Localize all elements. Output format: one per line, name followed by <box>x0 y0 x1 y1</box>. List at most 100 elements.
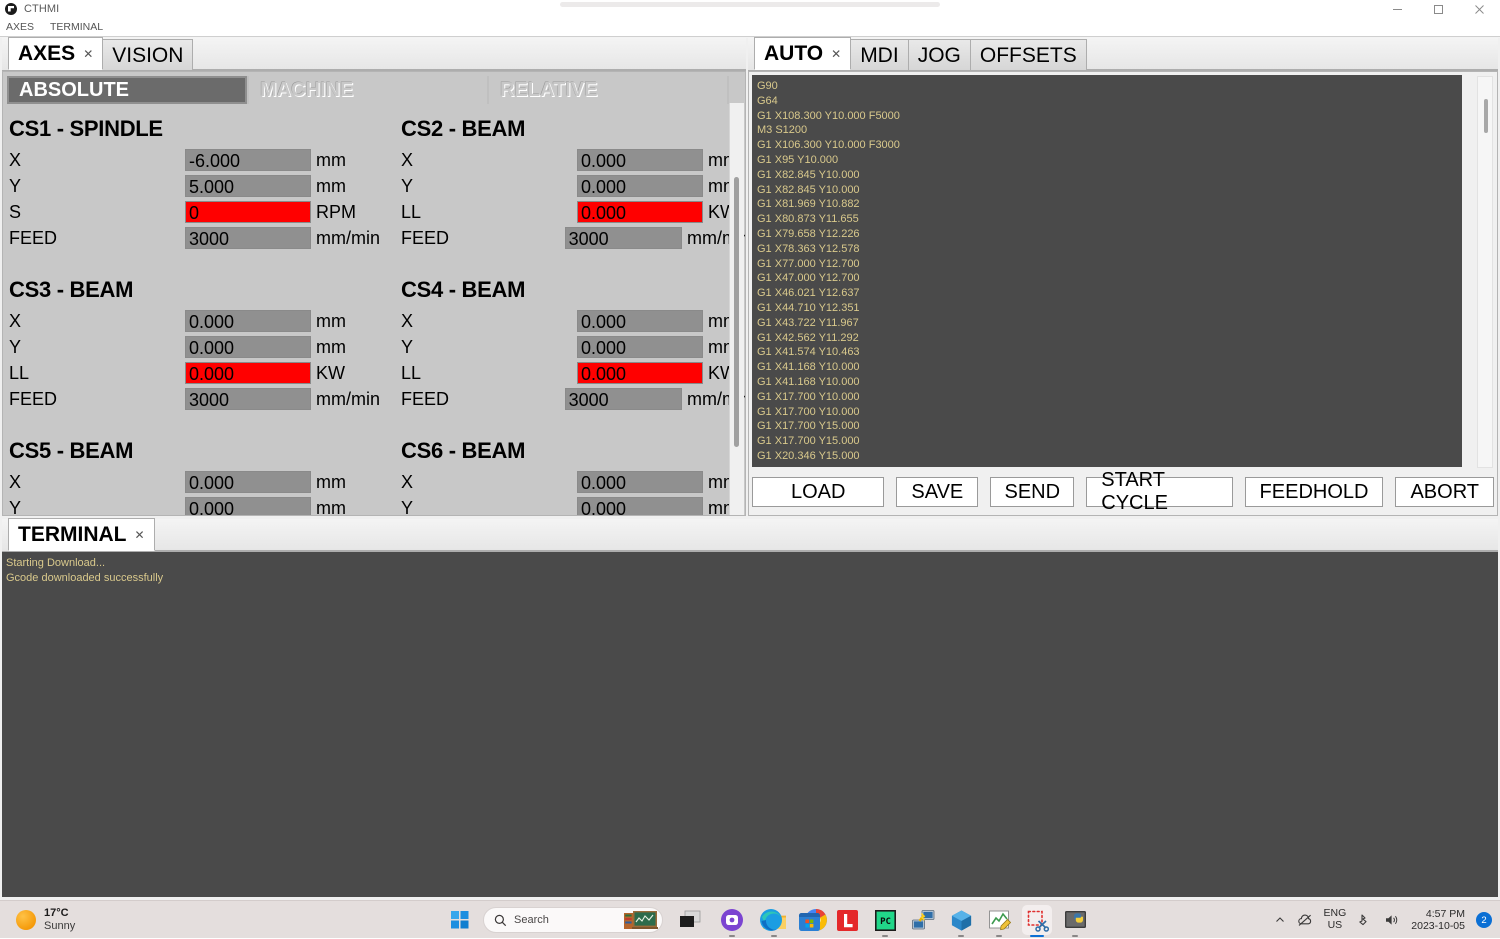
gcode-scrollbar-thumb[interactable] <box>1484 99 1488 133</box>
cs1-x-value[interactable]: -6.000 <box>185 149 311 171</box>
gcode-line[interactable]: G1 X20.346 Y15.000 <box>754 449 1462 464</box>
speaker-icon[interactable] <box>1384 913 1400 927</box>
taskbar-app-virtualbox[interactable] <box>946 905 976 937</box>
window-titlebar[interactable]: CTHMI <box>0 0 1500 18</box>
taskbar-clock[interactable]: 4:57 PM 2023-10-05 <box>1411 908 1465 932</box>
gcode-line[interactable]: G1 X82.845 Y10.000 <box>754 183 1462 198</box>
language-indicator[interactable]: ENG US <box>1324 908 1347 931</box>
gcode-line[interactable]: G1 X47.000 Y12.700 <box>754 271 1462 286</box>
minimize-icon[interactable] <box>1377 0 1418 18</box>
gcode-line[interactable]: G1 X41.574 Y10.463 <box>754 345 1462 360</box>
gcode-line[interactable]: G1 X43.722 Y11.967 <box>754 316 1462 331</box>
gcode-line[interactable]: G1 X41.168 Y10.000 <box>754 375 1462 390</box>
axes-panel-scrollbar[interactable] <box>729 103 744 515</box>
taskbar-app-notepad-plus[interactable] <box>984 905 1014 937</box>
cs2-y-value[interactable]: 0.000 <box>577 175 703 197</box>
gcode-line[interactable]: G1 X77.000 Y12.700 <box>754 257 1462 272</box>
abort-button[interactable]: ABORT <box>1395 477 1494 507</box>
active-indicator <box>1030 935 1044 937</box>
gcode-line[interactable]: G90 <box>754 79 1462 94</box>
cs3-x-value[interactable]: 0.000 <box>185 310 311 332</box>
gcode-line[interactable]: G1 X17.700 Y10.000 <box>754 390 1462 405</box>
send-button[interactable]: SEND <box>990 477 1075 507</box>
cs1-feed-value[interactable]: 3000 <box>185 227 311 249</box>
cs4-x-value[interactable]: 0.000 <box>577 310 703 332</box>
cs1-y-value[interactable]: 5.000 <box>185 175 311 197</box>
close-icon[interactable] <box>1459 0 1500 18</box>
taskbar-app-network-tool[interactable] <box>908 905 938 935</box>
gcode-line[interactable]: G1 X106.300 Y10.000 F3000 <box>754 138 1462 153</box>
cs3-y-value[interactable]: 0.000 <box>185 336 311 358</box>
gcode-line[interactable]: G1 X82.845 Y10.000 <box>754 168 1462 183</box>
tab-axes-close-icon[interactable]: ✕ <box>83 48 93 60</box>
cs3-feed-value[interactable]: 3000 <box>185 388 311 410</box>
maximize-icon[interactable] <box>1418 0 1459 18</box>
gcode-line[interactable]: G1 X17.700 Y15.000 <box>754 419 1462 434</box>
taskbar-weather-widget[interactable]: 17°C Sunny <box>16 907 216 932</box>
cs2-x-label: X <box>401 149 414 170</box>
mode-tab-relative[interactable]: RELATIVE <box>489 76 727 104</box>
tab-auto[interactable]: AUTO ✕ <box>754 37 852 70</box>
mode-tab-absolute[interactable]: ABSOLUTE <box>7 76 247 104</box>
gcode-line[interactable]: G1 X95 Y10.000 <box>754 153 1462 168</box>
tab-axes[interactable]: AXES ✕ <box>8 37 104 70</box>
gcode-line[interactable]: G1 X44.710 Y12.351 <box>754 301 1462 316</box>
cs2-feed-value[interactable]: 3000 <box>564 227 682 249</box>
tab-vision[interactable]: VISION <box>102 39 194 70</box>
menu-item-axes[interactable]: AXES <box>6 21 44 33</box>
taskbar-app-microsoft-store[interactable] <box>794 905 824 935</box>
gcode-line[interactable]: G1 X108.300 Y10.000 F5000 <box>754 109 1462 124</box>
tab-jog[interactable]: JOG <box>907 39 971 70</box>
gcode-line[interactable]: G1 X41.168 Y10.000 <box>754 360 1462 375</box>
cs4-feed-value[interactable]: 3000 <box>564 388 682 410</box>
cs4-ll-value[interactable]: 0.000 <box>577 362 703 384</box>
taskbar-app-edge[interactable] <box>756 905 786 935</box>
taskbar-app-python-terminal[interactable] <box>1060 905 1090 937</box>
gcode-list[interactable]: G90 G64 G1 X108.300 Y10.000 F5000 M3 S1200 G… <box>752 75 1462 467</box>
windows-start-icon[interactable] <box>447 907 473 933</box>
network-tray-icon[interactable] <box>1357 913 1373 927</box>
search-input[interactable]: Search <box>483 907 663 933</box>
terminal-output[interactable]: Starting Download... Gcode downloaded suc… <box>2 552 1498 897</box>
tab-auto-close-icon[interactable]: ✕ <box>831 48 841 60</box>
gcode-line[interactable]: G1 X79.658 Y12.226 <box>754 227 1462 242</box>
gcode-line[interactable]: G64 <box>754 94 1462 109</box>
cs6-x-value[interactable]: 0.000 <box>577 471 703 493</box>
cloud-off-icon[interactable] <box>1297 913 1313 927</box>
gcode-line[interactable]: G1 X17.700 Y10.000 <box>754 405 1462 420</box>
taskbar-app-lightburn[interactable] <box>832 905 862 935</box>
taskbar-app-task-view[interactable] <box>675 905 705 935</box>
feedhold-button[interactable]: FEEDHOLD <box>1244 477 1384 507</box>
cs2-ll-value[interactable]: 0.000 <box>577 201 703 223</box>
gcode-line[interactable]: G1 X17.700 Y15.000 <box>754 434 1462 449</box>
gcode-line[interactable]: G1 X46.021 Y12.637 <box>754 286 1462 301</box>
cs4-y-value[interactable]: 0.000 <box>577 336 703 358</box>
gcode-scrollbar[interactable] <box>1477 76 1493 468</box>
menu-item-terminal[interactable]: TERMINAL <box>50 21 113 33</box>
mode-tab-machine[interactable]: MACHINE <box>249 76 487 104</box>
gcode-line[interactable]: G1 X81.969 Y10.882 <box>754 197 1462 212</box>
axes-panel-scrollbar-thumb[interactable] <box>734 177 739 447</box>
gcode-line[interactable]: G1 X78.363 Y12.578 <box>754 242 1462 257</box>
gcode-line[interactable]: M3 S1200 <box>754 123 1462 138</box>
tab-offsets[interactable]: OFFSETS <box>969 39 1087 70</box>
start-cycle-button[interactable]: START CYCLE <box>1086 469 1233 514</box>
taskbar-app-teams[interactable] <box>717 905 747 937</box>
notification-badge[interactable]: 2 <box>1476 912 1492 928</box>
cs1-s-value[interactable]: 0 <box>185 201 311 223</box>
save-button[interactable]: SAVE <box>896 477 979 507</box>
cs6-y-value[interactable]: 0.000 <box>577 497 703 515</box>
cs5-x-value[interactable]: 0.000 <box>185 471 311 493</box>
gcode-line[interactable]: G1 X80.873 Y11.655 <box>754 212 1462 227</box>
tab-terminal-close-icon[interactable]: ✕ <box>135 529 145 541</box>
taskbar-app-pycharm[interactable]: PC <box>870 905 900 937</box>
tab-terminal[interactable]: TERMINAL ✕ <box>8 518 155 551</box>
cs5-y-value[interactable]: 0.000 <box>185 497 311 515</box>
taskbar-app-snipping-tool[interactable] <box>1022 905 1052 937</box>
gcode-line[interactable]: G1 X42.562 Y11.292 <box>754 331 1462 346</box>
cs3-ll-value[interactable]: 0.000 <box>185 362 311 384</box>
load-button[interactable]: LOAD <box>752 477 885 507</box>
tab-mdi[interactable]: MDI <box>850 39 909 70</box>
cs2-x-value[interactable]: 0.000 <box>577 149 703 171</box>
chevron-up-icon[interactable] <box>1274 914 1286 926</box>
